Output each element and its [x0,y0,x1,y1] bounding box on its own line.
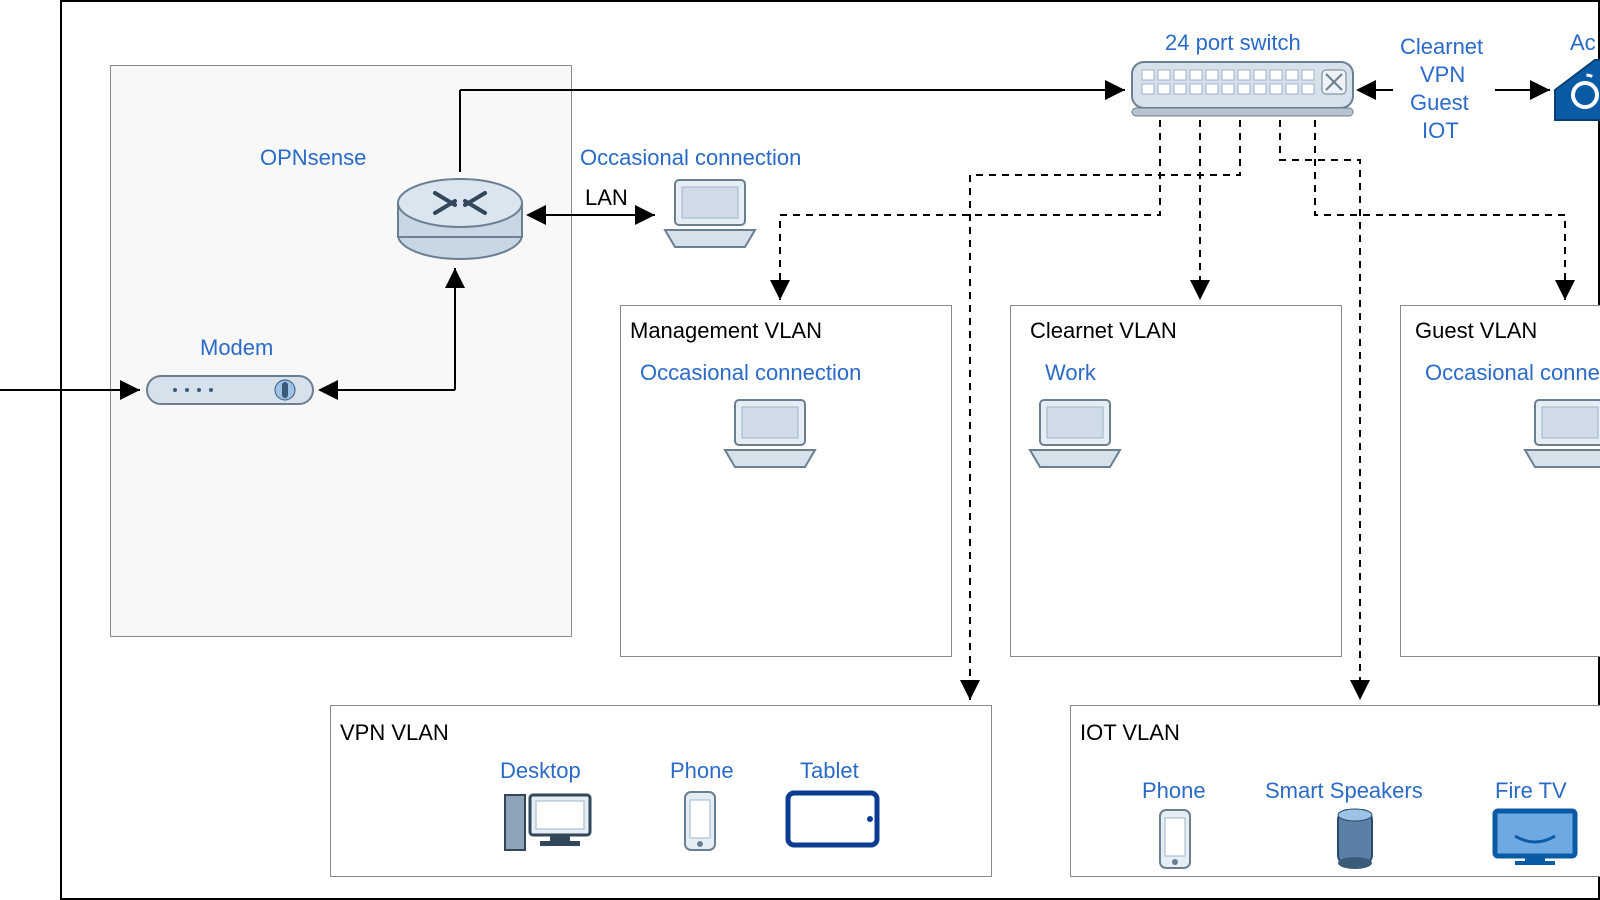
connectors [0,0,1600,900]
